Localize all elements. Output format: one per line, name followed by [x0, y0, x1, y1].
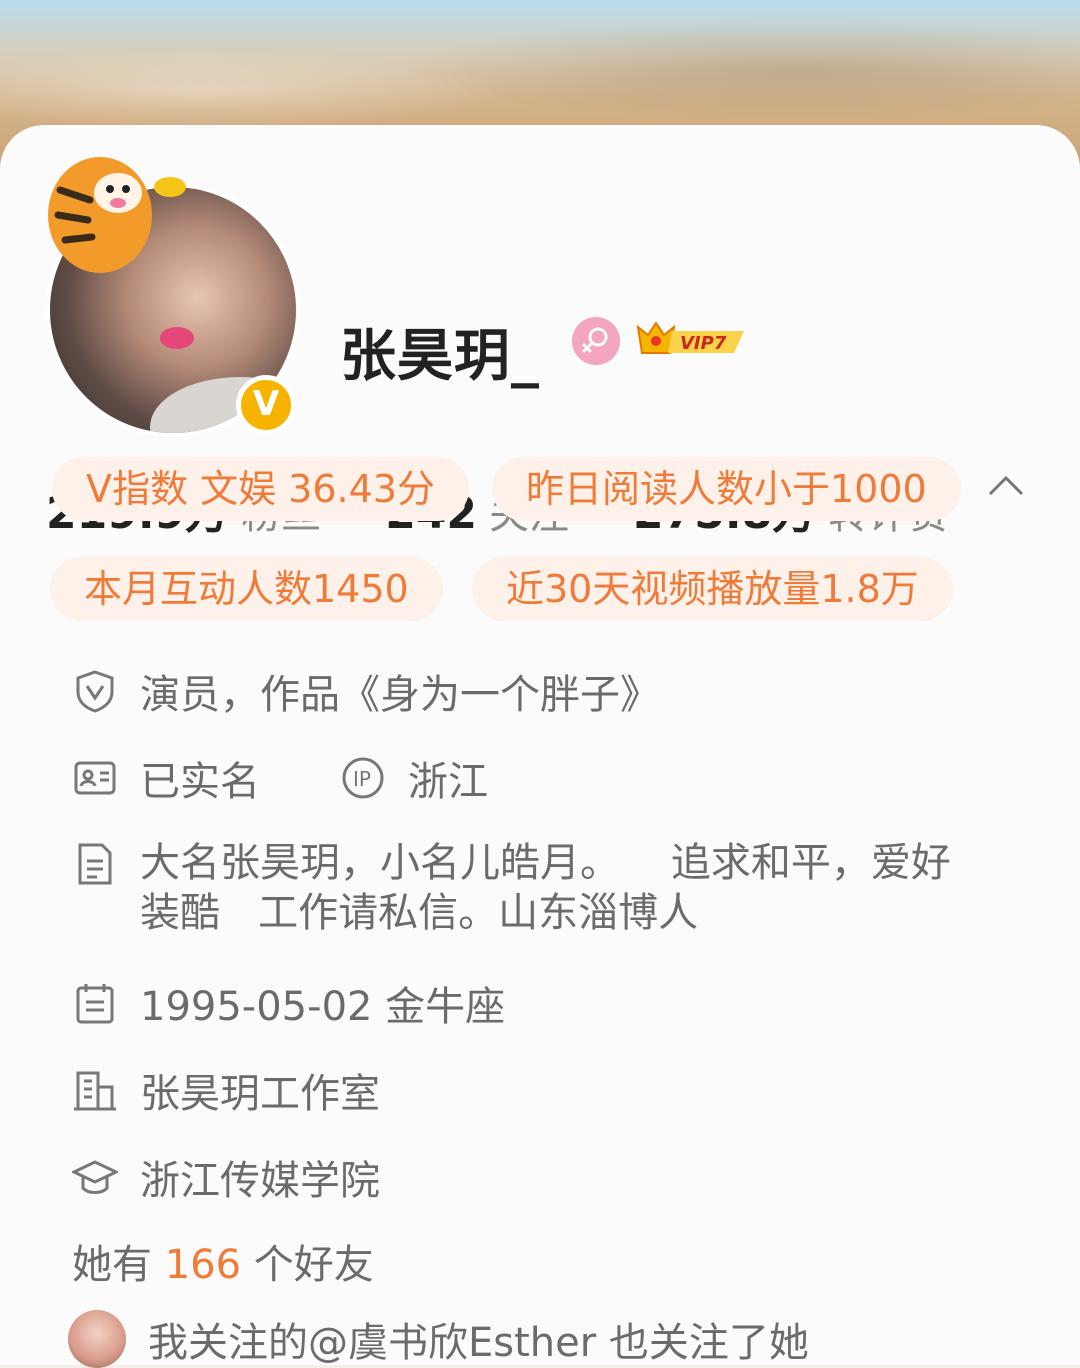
verification-row: 演员，作品《身为一个胖子》	[72, 662, 660, 720]
friends-prefix: 她有	[72, 1242, 165, 1288]
verification-text: 演员，作品《身为一个胖子》	[140, 672, 660, 718]
shield-v-icon	[76, 670, 114, 713]
mutual-text: 我关注的@虞书欣Esther 也关注了她	[148, 1320, 809, 1366]
bio-icon-row	[72, 839, 140, 887]
tiger-pendant-icon	[48, 157, 186, 273]
bio-text: 大名张昊玥，小名儿皓月。 追求和平，爱好装酷 工作请私信。山东淄博人	[140, 840, 951, 936]
mutual-follow-row[interactable]: 我关注的@虞书欣Esther 也关注了她	[68, 1310, 809, 1368]
company-text: 张昊玥工作室	[140, 1071, 380, 1117]
vip-badge-icon[interactable]: VIP7	[634, 319, 746, 361]
friends-count-row[interactable]: 她有 166 个好友	[72, 1232, 374, 1290]
id-card-icon	[74, 761, 116, 795]
document-icon	[78, 843, 112, 885]
chevron-up-icon[interactable]	[986, 470, 1026, 500]
v-index-tag[interactable]: V指数 文娱 36.43分	[52, 457, 469, 521]
yesterday-reads-tag[interactable]: 昨日阅读人数小于1000	[492, 457, 961, 521]
realname-ip-row: 已实名 IP 浙江	[72, 749, 488, 807]
building-icon	[74, 1071, 116, 1111]
graduation-cap-icon	[72, 1160, 118, 1194]
svg-text:IP: IP	[353, 767, 371, 791]
profile-card: V 张昊玥_ VIP7 219.9万粉丝 242关注 275.8万转评赞 V指数…	[0, 125, 1080, 1368]
company-row: 张昊玥工作室	[72, 1061, 380, 1119]
ip-location-text: 浙江	[408, 759, 488, 805]
monthly-interaction-tag[interactable]: 本月互动人数1450	[50, 557, 443, 621]
mutual-avatar	[68, 1310, 126, 1368]
school-row: 浙江传媒学院	[72, 1148, 380, 1206]
verified-badge-icon: V	[236, 375, 296, 435]
friends-suffix: 个好友	[241, 1242, 374, 1288]
school-text: 浙江传媒学院	[140, 1158, 380, 1204]
avatar-detail	[160, 327, 194, 349]
birthday-row: 1995-05-02 金牛座	[72, 974, 505, 1032]
ip-location-icon: IP	[342, 757, 384, 799]
video-views-tag[interactable]: 近30天视频播放量1.8万	[472, 557, 953, 621]
birthday-text: 1995-05-02 金牛座	[140, 984, 506, 1030]
friends-count: 166	[164, 1242, 242, 1288]
vip-label: VIP7	[680, 333, 727, 354]
calendar-icon	[76, 984, 114, 1024]
female-gender-icon	[572, 317, 620, 365]
realname-text: 已实名	[140, 759, 260, 805]
user-name: 张昊玥_	[340, 324, 540, 389]
